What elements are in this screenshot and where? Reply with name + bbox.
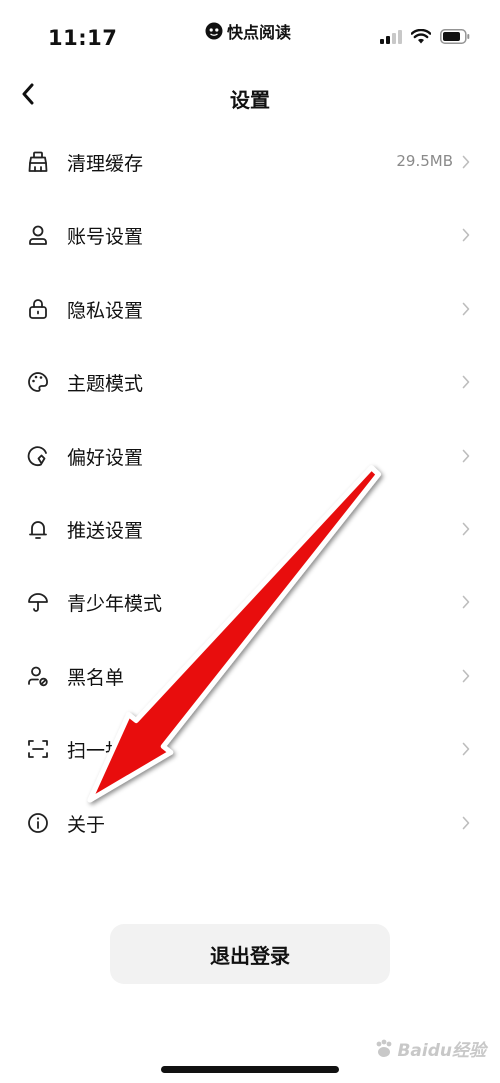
chevron-right-icon [462,155,470,169]
wifi-icon [411,29,431,44]
watermark-text: Baidu经验 [397,1041,486,1061]
app-logo-icon [205,22,223,40]
settings-item-label: 关于 [67,813,106,836]
settings-item-label: 黑名单 [67,666,125,689]
settings-item-push[interactable]: 推送设置 [0,493,500,566]
settings-item-scan[interactable]: 扫一扫 [0,713,500,786]
settings-item-privacy[interactable]: 隐私设置 [0,273,500,346]
status-bar: 11:17 快点阅读 [0,0,500,70]
settings-item-preferences[interactable]: 偏好设置 [0,420,500,493]
cellular-signal-icon [380,29,402,44]
status-app-indicator: 快点阅读 [205,19,291,43]
paw-icon [373,1038,395,1060]
settings-item-label: 隐私设置 [67,299,144,322]
nav-bar: 设置 [0,70,500,126]
settings-item-label: 清理缓存 [67,153,144,175]
person-icon [26,223,50,247]
info-icon [26,811,50,835]
settings-item-label: 推送设置 [67,519,144,542]
watermark: Baidu经验 [373,1036,486,1061]
chevron-right-icon [462,449,470,463]
lock-icon [26,297,50,321]
status-time: 11:17 [48,26,118,50]
settings-item-blacklist[interactable]: 黑名单 [0,640,500,713]
chevron-right-icon [462,669,470,683]
palette-icon [26,370,50,394]
scan-icon [26,737,50,761]
settings-item-theme[interactable]: 主题模式 [0,346,500,419]
chevron-right-icon [462,522,470,536]
settings-item-label: 主题模式 [67,373,144,396]
settings-item-teen-mode[interactable]: 青少年模式 [0,566,500,639]
logout-button[interactable]: 退出登录 [110,924,390,984]
settings-item-label: 偏好设置 [67,446,144,469]
status-app-name: 快点阅读 [227,23,292,42]
chevron-right-icon [462,816,470,830]
settings-item-account[interactable]: 账号设置 [0,199,500,272]
cache-size-value: 29.5MB [396,152,453,170]
umbrella-icon [26,590,50,614]
status-icons [380,29,470,44]
chevron-right-icon [462,302,470,316]
settings-item-clear-cache[interactable]: 清理缓存 29.5MB [0,126,500,199]
settings-list: 清理缓存 29.5MB 账号设置 隐私设置 主题模式 偏好设置 推送设置 青少年… [0,126,500,860]
battery-icon [440,29,470,44]
settings-item-label: 青少年模式 [67,593,163,616]
home-indicator[interactable] [161,1066,339,1073]
preference-icon [26,444,50,468]
chevron-right-icon [462,595,470,609]
settings-item-label: 扫一扫 [67,740,125,763]
settings-item-about[interactable]: 关于 [0,787,500,860]
settings-item-label: 账号设置 [67,226,144,249]
bell-icon [26,517,50,541]
chevron-right-icon [462,375,470,389]
chevron-right-icon [462,228,470,242]
broom-icon [26,150,50,174]
blocked-user-icon [26,664,50,688]
page-title: 设置 [230,88,270,112]
chevron-right-icon [462,742,470,756]
